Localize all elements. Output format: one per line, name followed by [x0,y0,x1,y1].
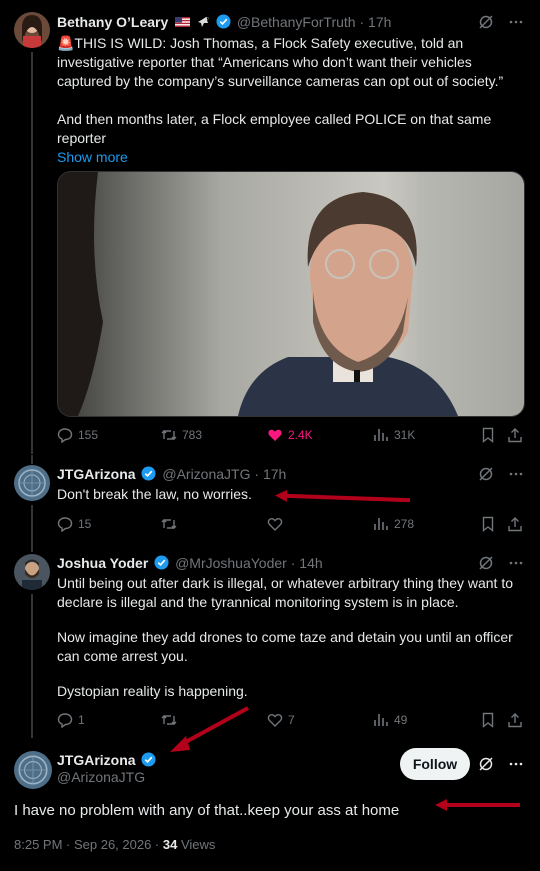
repost-count: 783 [182,428,203,442]
like-count: 7 [288,713,295,727]
share-button[interactable] [507,514,523,534]
views-button[interactable]: 31K [373,425,415,445]
like-button[interactable]: 2.4K [267,425,313,445]
tweet-bethany[interactable]: Bethany O’Leary @BethanyForTruth · 17h 🚨… [0,0,540,455]
tweet-paragraph: Now imagine they add drones to come taze… [57,629,513,664]
reply-count: 15 [78,517,92,531]
views-count: 278 [394,517,415,531]
repost-button[interactable] [161,514,177,534]
like-button[interactable] [267,514,283,534]
tweet-jtgarizona-reply[interactable]: JTGArizona @ArizonaJTG · 17h Don't break… [0,455,540,543]
grok-icon[interactable] [478,14,494,30]
more-options-icon[interactable] [508,756,524,772]
verified-badge-icon [154,555,169,570]
tweet-paragraph: Until being out after dark is illegal, o… [57,575,514,610]
bookmark-button[interactable] [480,514,496,534]
tweet-media-video[interactable] [57,171,525,417]
views-button[interactable]: 278 [373,514,414,534]
annotation-arrow [435,799,520,811]
tweet-text: 🚨THIS IS WILD: Josh Thomas, a Flock Safe… [57,34,517,167]
post-time[interactable]: 17h [263,466,286,482]
grok-icon[interactable] [478,555,494,571]
author-name[interactable]: Joshua Yoder [57,555,148,571]
views-button[interactable]: 49 [373,710,407,730]
author-handle[interactable]: @ArizonaJTG [57,769,145,785]
more-options-icon[interactable] [508,466,524,482]
tweet-text: Until being out after dark is illegal, o… [57,574,517,701]
author-handle[interactable]: @BethanyForTruth [237,14,356,30]
more-options-icon[interactable] [508,14,524,30]
tweet-actions: 155 783 2.4K 31K [57,425,523,445]
views-label: Views [177,837,216,852]
repost-button[interactable]: 783 [161,425,202,445]
eagle-icon [197,14,210,27]
tweet-joshua-yoder[interactable]: Joshua Yoder @MrJoshuaYoder · 14h Until … [0,543,540,738]
views-count: 49 [394,713,408,727]
tweet-text: I have no problem with any of that..keep… [14,802,400,819]
verified-badge-icon [141,752,156,767]
reply-count: 155 [78,428,99,442]
share-button[interactable] [507,425,523,445]
tweet-main: JTGArizona @ArizonaJTG Follow I have no … [0,738,540,871]
reply-button[interactable]: 15 [57,514,91,534]
share-button[interactable] [507,710,523,730]
us-flag-icon [175,13,191,27]
grok-icon[interactable] [478,756,494,772]
follow-button[interactable]: Follow [400,748,470,780]
author-name[interactable]: Bethany O’Leary [57,14,168,30]
reply-count: 1 [78,713,85,727]
author-handle[interactable]: @MrJoshuaYoder [175,555,287,571]
avatar[interactable] [14,12,50,48]
author-handle[interactable]: @ArizonaJTG [162,466,250,482]
views-count: 31K [394,428,416,442]
tweet-paragraph: Dystopian reality is happening. [57,683,248,699]
tweet-actions: 15 278 [57,514,523,534]
like-count: 2.4K [288,428,313,442]
reply-button[interactable]: 1 [57,710,85,730]
reply-button[interactable]: 155 [57,425,98,445]
avatar[interactable] [14,465,50,501]
bookmark-button[interactable] [480,710,496,730]
verified-badge-icon [216,14,231,29]
bookmark-button[interactable] [480,425,496,445]
tweet-paragraph: 🚨THIS IS WILD: Josh Thomas, a Flock Safe… [57,35,504,89]
author-name[interactable]: JTGArizona [57,466,136,482]
post-time[interactable]: 17h [368,14,391,30]
tweet-timestamp[interactable]: 8:25 PM · Sep 26, 2026 · [14,837,163,852]
avatar[interactable] [14,554,50,590]
views-count: 34 [162,837,178,852]
show-more-link[interactable]: Show more [57,149,128,165]
tweet-paragraph: And then months later, a Flock employee … [57,111,492,146]
post-time[interactable]: 14h [299,555,322,571]
like-button[interactable]: 7 [267,710,295,730]
tweet-actions: 1 7 49 [57,710,523,730]
more-options-icon[interactable] [508,555,524,571]
tweet-timestamp-row: 8:25 PM · Sep 26, 2026 · 34 Views [14,837,215,852]
author-name[interactable]: JTGArizona [57,752,136,768]
grok-icon[interactable] [478,466,494,482]
avatar[interactable] [14,751,52,789]
verified-badge-icon [141,466,156,481]
